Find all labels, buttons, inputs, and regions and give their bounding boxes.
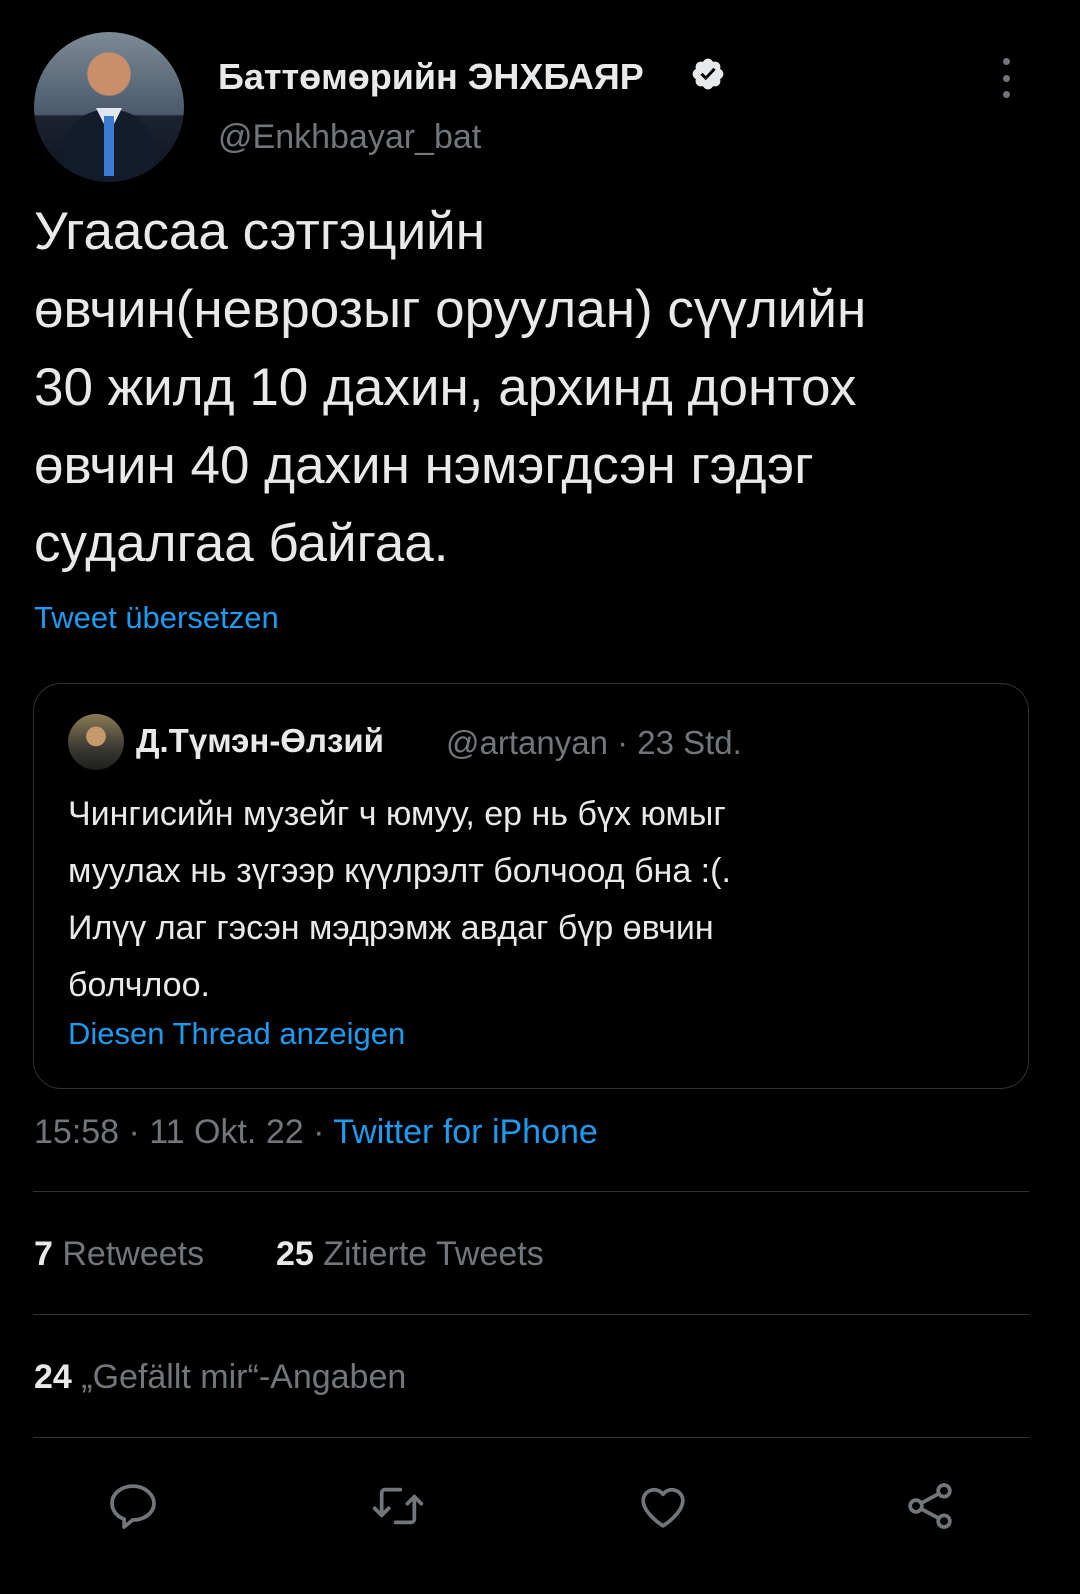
show-thread-link[interactable]: Diesen Thread anzeigen	[68, 1016, 405, 1052]
divider	[33, 1437, 1029, 1438]
quoted-author-name: Д.Түмэн-Өлзий	[136, 722, 384, 759]
tweet-text: Угаасаа сэтгэцийн өвчин(неврозыг оруулан…	[34, 193, 1044, 583]
quoted-line: болчлоо.	[68, 966, 210, 1004]
likes-count: 24	[34, 1358, 72, 1396]
tweet-line: судалгаа байгаа.	[34, 514, 449, 573]
retweet-icon[interactable]	[370, 1478, 426, 1534]
tweet-timestamp: 15:58 · 11 Okt. 22 ·	[34, 1113, 334, 1151]
quoted-line: Илүү лаг гэсэн мэдрэмж авдаг бүр өвчин	[68, 909, 714, 947]
more-dot	[1002, 74, 1010, 82]
more-dot	[1002, 58, 1010, 65]
retweets-stat[interactable]: 7 Retweets	[34, 1235, 204, 1274]
divider	[33, 1191, 1029, 1192]
quoted-line: муулах нь зүгээр күүлрэлт болчоод бна :(…	[68, 852, 731, 890]
quoted-line: Чингисийн музейг ч юмуу, ер нь бүх юмыг	[68, 795, 726, 833]
avatar-tie	[104, 116, 114, 176]
share-icon[interactable]	[902, 1478, 958, 1534]
divider	[33, 1314, 1029, 1315]
verified-badge-icon	[690, 56, 726, 92]
translate-tweet-link[interactable]: Tweet übersetzen	[34, 600, 279, 636]
quoted-tweet-text: Чингисийн музейг ч юмуу, ер нь бүх юмыг …	[68, 786, 998, 1014]
tweet-source-link[interactable]: Twitter for iPhone	[333, 1113, 598, 1151]
author-avatar[interactable]	[34, 32, 184, 182]
quotes-stat[interactable]: 25 Zitierte Tweets	[276, 1235, 544, 1274]
reply-icon[interactable]	[105, 1478, 161, 1534]
tweet-line: өвчин 40 дахин нэмэгдсэн гэдэг	[34, 436, 814, 495]
quoted-author-avatar	[68, 714, 124, 770]
author-handle[interactable]: @Enkhbayar_bat	[218, 118, 481, 157]
author-name[interactable]: Баттөмөрийн ЭНХБАЯР	[218, 56, 644, 98]
tweet-meta: 15:58 · 11 Okt. 22 · Twitter for iPhone	[34, 1113, 598, 1152]
more-dot	[1002, 91, 1010, 98]
tweet-line: өвчин(неврозыг оруулан) сүүлийн	[34, 280, 867, 339]
likes-stat[interactable]: 24 „Gefällt mir“-Angaben	[34, 1358, 406, 1397]
retweets-count: 7	[34, 1235, 53, 1273]
more-options-icon[interactable]	[990, 58, 1022, 98]
tweet-line: 30 жилд 10 дахин, архинд донтох	[34, 358, 857, 417]
quoted-author-handle-time: @artanyan · 23 Std.	[446, 724, 742, 761]
tweet-line: Угаасаа сэтгэцийн	[34, 202, 486, 261]
quotes-count: 25	[276, 1235, 314, 1273]
quotes-label: Zitierte Tweets	[313, 1235, 544, 1273]
likes-label: „Gefällt mir“-Angaben	[71, 1358, 407, 1396]
retweets-label: Retweets	[52, 1235, 205, 1273]
like-icon[interactable]	[635, 1478, 691, 1534]
